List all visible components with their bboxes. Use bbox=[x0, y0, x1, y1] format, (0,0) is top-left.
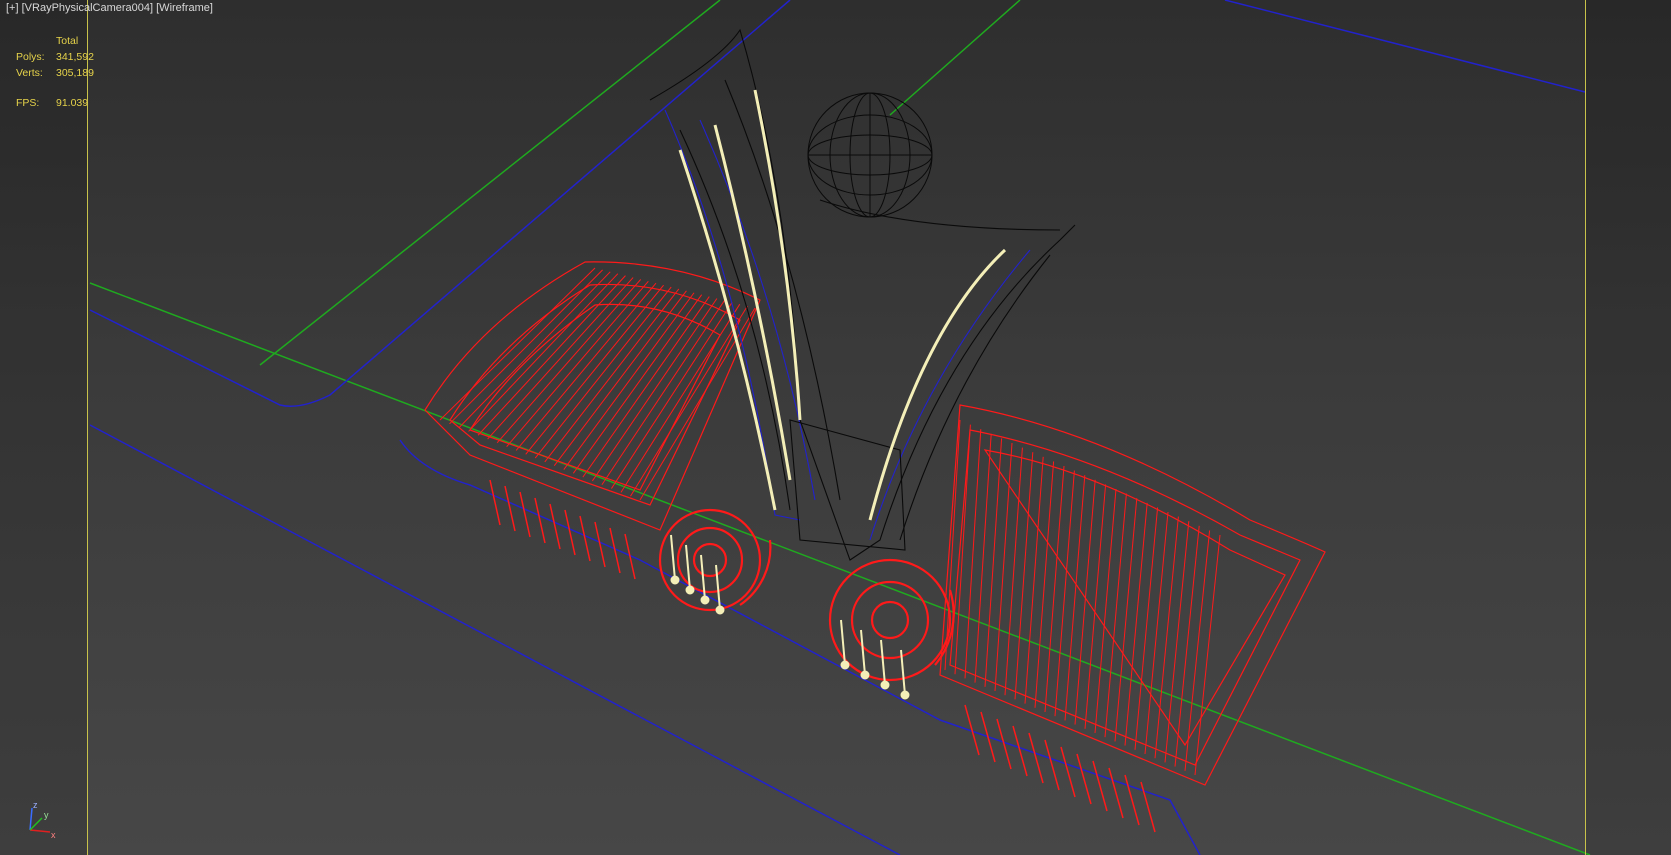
left-roof-ribs bbox=[439, 267, 756, 501]
road-blue-line bbox=[1224, 0, 1586, 93]
column-leg bbox=[534, 497, 546, 544]
ground-lines bbox=[89, 0, 1591, 855]
ground-green-line bbox=[89, 282, 1591, 855]
roof-rib bbox=[449, 269, 603, 425]
roof-rib bbox=[1104, 493, 1127, 738]
column-leg bbox=[1124, 774, 1140, 826]
light-base bbox=[840, 660, 850, 670]
roof-rib bbox=[515, 282, 657, 451]
roof-rib bbox=[1034, 461, 1055, 708]
column-leg bbox=[1060, 746, 1076, 798]
roof-rib bbox=[1044, 465, 1065, 713]
road-blue-line bbox=[89, 424, 901, 855]
roof-rib bbox=[1164, 521, 1190, 763]
camera-menu-button[interactable]: [VRayPhysicalCamera004] bbox=[22, 2, 153, 14]
column-leg bbox=[579, 515, 591, 562]
ground-green-line bbox=[259, 0, 721, 366]
roof-rib bbox=[1124, 502, 1148, 746]
roof-rib bbox=[1054, 470, 1075, 717]
roof-rib bbox=[468, 273, 619, 432]
polys-value: 341,592 bbox=[56, 51, 94, 63]
roof-rib bbox=[620, 303, 741, 493]
roof-rib bbox=[1194, 534, 1221, 776]
roof-rib bbox=[1174, 525, 1200, 767]
verts-value: 305,189 bbox=[56, 67, 94, 79]
roof-rib bbox=[1004, 447, 1023, 696]
axis-tripod-icon: z y x bbox=[29, 800, 56, 840]
roof-rib bbox=[974, 433, 992, 683]
viewport-menu-button[interactable]: [+] bbox=[6, 2, 19, 14]
roof-rib bbox=[591, 298, 718, 482]
statistics-overlay: Total Polys: 341,592 Verts: 305,189 FPS: 91… bbox=[16, 33, 136, 111]
tower-wireframe bbox=[649, 28, 1076, 561]
column-legs bbox=[489, 479, 1156, 833]
roof-rib bbox=[1014, 452, 1034, 700]
roof-rib bbox=[994, 442, 1013, 692]
light-base bbox=[700, 595, 710, 605]
column-leg bbox=[1028, 732, 1044, 784]
roof-rib bbox=[1114, 498, 1138, 742]
left-pavilion bbox=[424, 261, 761, 531]
axis-y-label: y bbox=[44, 810, 49, 820]
roof-rib bbox=[572, 294, 703, 474]
scene-wireframe bbox=[89, 0, 1591, 855]
verts-label: Verts: bbox=[16, 67, 43, 79]
column-leg bbox=[549, 503, 561, 550]
sphere-wireframe bbox=[807, 92, 933, 218]
axis-x-label: x bbox=[51, 830, 56, 840]
fps-value: 91.039 bbox=[56, 97, 89, 109]
light-base bbox=[670, 575, 680, 585]
roof-rib bbox=[525, 284, 664, 455]
column-leg bbox=[1092, 760, 1108, 812]
roof-rib bbox=[630, 305, 748, 497]
roof-rib bbox=[984, 438, 1003, 687]
light-base bbox=[685, 585, 695, 595]
stats-header: Total bbox=[56, 35, 79, 47]
wireframe-viewport[interactable]: [+] [VRayPhysicalCamera004] [Wireframe] … bbox=[0, 0, 1671, 855]
column-leg bbox=[564, 509, 576, 556]
right-pavilion bbox=[939, 404, 1326, 786]
column-leg bbox=[980, 711, 996, 763]
safe-frame-left bbox=[87, 0, 88, 855]
column-leg bbox=[504, 485, 516, 532]
fps-label: FPS: bbox=[16, 97, 40, 109]
roof-rib bbox=[1184, 530, 1211, 771]
roof-rib bbox=[639, 307, 756, 501]
road-blue-line bbox=[399, 439, 1201, 855]
column-leg bbox=[519, 491, 531, 538]
roof-rib bbox=[458, 271, 611, 428]
light-pole bbox=[880, 639, 886, 686]
polys-label: Polys: bbox=[16, 51, 45, 63]
light-base bbox=[715, 605, 725, 615]
roof-rib bbox=[1064, 475, 1086, 721]
column-leg bbox=[1140, 781, 1156, 833]
roof-rib bbox=[1144, 511, 1169, 755]
column-leg bbox=[1012, 725, 1028, 777]
roof-rib bbox=[1084, 484, 1107, 729]
roof-rib bbox=[1094, 488, 1117, 734]
column-leg bbox=[489, 479, 501, 526]
viewport-label: [+] [VRayPhysicalCamera004] [Wireframe] bbox=[6, 2, 213, 14]
right-roof-ribs bbox=[944, 419, 1221, 776]
column-leg bbox=[1044, 739, 1060, 791]
light-pole bbox=[860, 629, 866, 676]
column-leg bbox=[1108, 767, 1124, 819]
roof-rib bbox=[1074, 479, 1096, 725]
safe-frame-right bbox=[1585, 0, 1586, 855]
axis-z-label: z bbox=[33, 800, 38, 810]
roof-rib bbox=[1024, 456, 1044, 704]
roof-rib bbox=[1134, 507, 1159, 750]
roof-rib bbox=[1154, 516, 1179, 759]
column-leg bbox=[1076, 753, 1092, 805]
light-base bbox=[880, 680, 890, 690]
ground-green-line bbox=[889, 0, 1021, 116]
light-pole bbox=[670, 534, 676, 581]
light-base bbox=[860, 670, 870, 680]
shading-menu-button[interactable]: [Wireframe] bbox=[156, 2, 213, 14]
light-base bbox=[900, 690, 910, 700]
